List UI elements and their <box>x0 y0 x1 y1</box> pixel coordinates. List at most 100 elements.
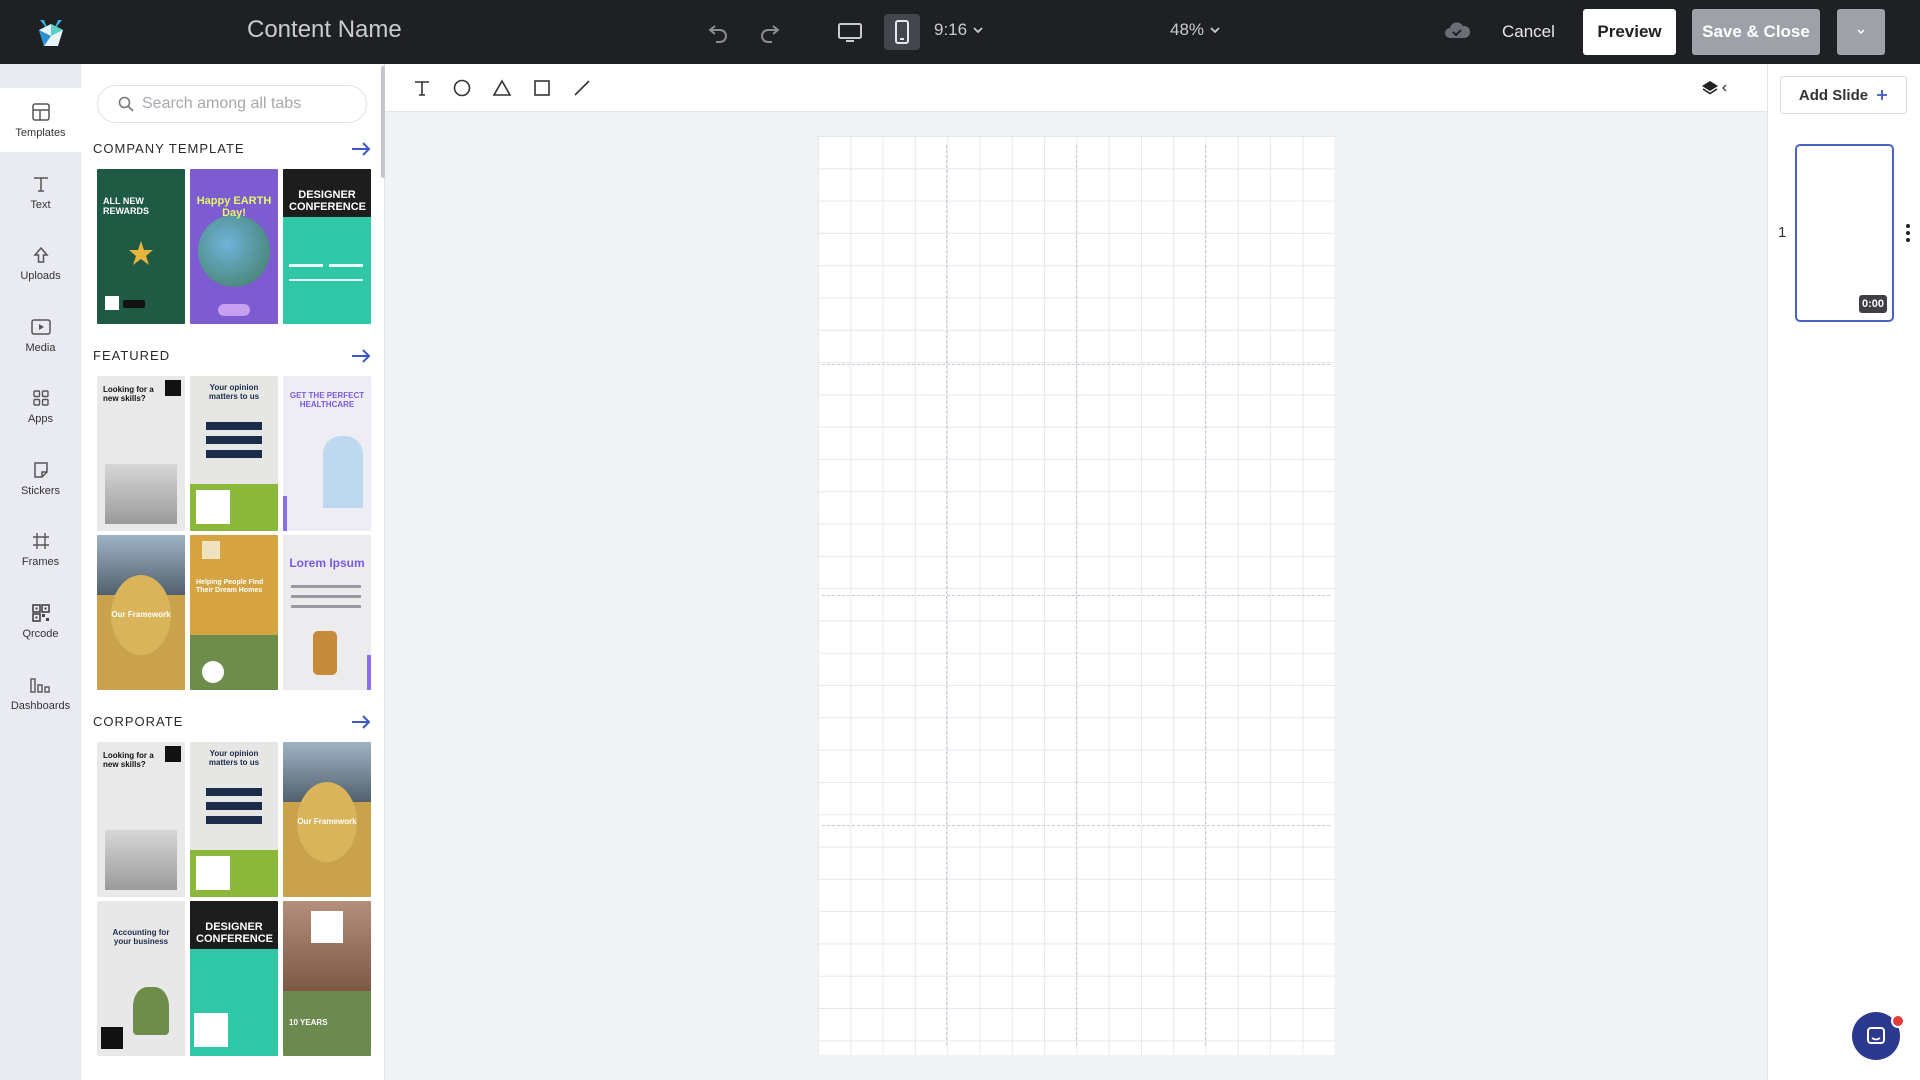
template-thumbnail-text: Your opinion matters to us <box>208 383 260 401</box>
add-slide-button[interactable]: Add Slide <box>1780 76 1907 114</box>
aspect-ratio-dropdown[interactable]: 9:16 <box>934 20 983 40</box>
plus-icon <box>1877 90 1888 100</box>
template-thumbnail[interactable]: Helping People Find Their Dream Homes <box>190 535 278 690</box>
rail-item-label: Stickers <box>20 484 61 497</box>
chat-icon <box>1867 1027 1885 1044</box>
template-thumbnail[interactable]: ALL NEW REWARDS <box>97 169 185 324</box>
add-slide-label: Add Slide <box>1798 86 1869 104</box>
rail-item-label: Uploads <box>20 269 61 282</box>
text-icon <box>33 176 48 192</box>
template-thumbnail[interactable]: Your opinion matters to us <box>190 376 278 531</box>
slide-number: 1 <box>1778 224 1787 241</box>
chevron-down-icon <box>1210 27 1220 34</box>
rail-item-dashboards[interactable]: Dashboards <box>0 661 81 725</box>
rail-item-label: Media <box>25 341 56 354</box>
template-thumbnail-text: DESIGNER CONFERENCE <box>196 921 274 946</box>
apps-icon <box>32 389 49 406</box>
template-thumbnail-text: DESIGNER CONFERENCE <box>289 189 367 214</box>
preview-button[interactable]: Preview <box>1583 9 1676 55</box>
template-thumbnail-text: Our Framework <box>111 610 171 619</box>
template-thumbnail[interactable]: Our Framework <box>283 742 371 897</box>
rail-item-templates[interactable]: Templates <box>0 88 81 152</box>
rail-item-media[interactable]: Media <box>0 303 81 367</box>
left-nav-rail: Templates Text Uploads Media Apps Sticke… <box>0 64 82 1080</box>
text-tool-icon[interactable] <box>410 76 434 100</box>
canvas-guide-horizontal <box>822 825 1330 826</box>
template-thumbnail[interactable]: DESIGNER CONFERENCE <box>190 901 278 1056</box>
aspect-ratio-value: 9:16 <box>934 20 968 39</box>
template-thumbnail[interactable]: Our Framework <box>97 535 185 690</box>
arrow-right-icon[interactable] <box>351 714 371 730</box>
rail-item-label: Frames <box>21 555 60 568</box>
rail-item-uploads[interactable]: Uploads <box>0 231 81 295</box>
line-tool-icon[interactable] <box>570 76 594 100</box>
rail-item-text[interactable]: Text <box>0 160 81 224</box>
content-name-title[interactable]: Content Name <box>247 16 402 44</box>
cancel-button[interactable]: Cancel <box>1488 12 1569 52</box>
layers-button[interactable] <box>1700 76 1736 100</box>
template-thumbnail-text: ALL NEW REWARDS <box>103 196 150 216</box>
top-bar: Content Name 9:16 48% Cancel Preview Sav… <box>0 0 1920 64</box>
cloud-save-icon <box>1443 20 1471 47</box>
template-thumbnail[interactable]: Your opinion matters to us <box>190 742 278 897</box>
slide-more-options-icon[interactable] <box>1904 222 1912 244</box>
template-thumbnail-text: Happy EARTH Day! <box>196 195 272 220</box>
rail-item-label: Dashboards <box>10 699 71 712</box>
canvas-guide-horizontal <box>822 364 1330 365</box>
template-thumbnail-text: Lorem Ipsum <box>289 556 365 570</box>
slide-duration-badge: 0:00 <box>1859 295 1887 313</box>
search-input[interactable] <box>140 94 364 114</box>
arrow-right-icon[interactable] <box>351 348 371 364</box>
qrcode-icon <box>31 603 50 622</box>
rail-item-qrcode[interactable]: Qrcode <box>0 589 81 653</box>
template-thumbnail[interactable]: Accounting for your business <box>97 901 185 1056</box>
landscape-orientation-icon[interactable] <box>832 14 868 50</box>
zoom-dropdown[interactable]: 48% <box>1170 20 1220 40</box>
template-thumbnail-text: Your opinion matters to us <box>208 749 260 767</box>
template-search[interactable] <box>97 85 367 123</box>
layers-icon <box>1702 81 1718 95</box>
arrow-right-icon[interactable] <box>351 141 371 157</box>
portrait-orientation-icon[interactable] <box>884 14 920 50</box>
template-thumbnail-text: Looking for a new skills? <box>103 751 154 769</box>
save-and-close-button[interactable]: Save & Close <box>1692 9 1820 55</box>
media-icon <box>30 318 51 335</box>
rail-item-apps[interactable]: Apps <box>0 374 81 438</box>
search-icon <box>118 96 134 112</box>
template-thumbnail[interactable]: 10 YEARS <box>283 901 371 1056</box>
chevron-left-icon <box>1722 84 1727 92</box>
template-thumbnail-text: Looking for a new skills? <box>103 385 154 403</box>
template-thumbnail[interactable]: Lorem Ipsum <box>283 535 371 690</box>
rail-item-frames[interactable]: Frames <box>0 517 81 581</box>
template-thumbnail-text: 10 YEARS <box>289 1018 328 1027</box>
template-thumbnail[interactable]: DESIGNER CONFERENCE <box>283 169 371 324</box>
rail-item-label: Templates <box>15 126 66 139</box>
template-thumbnail-text: GET THE PERFECT HEALTHCARE <box>289 391 365 409</box>
template-thumbnail-text: Helping People Find Their Dream Homes <box>196 579 264 594</box>
undo-icon[interactable] <box>700 14 736 50</box>
rectangle-tool-icon[interactable] <box>530 76 554 100</box>
chevron-down-icon <box>973 27 983 34</box>
rail-item-label: Qrcode <box>22 627 59 640</box>
save-options-button[interactable] <box>1837 9 1885 55</box>
redo-icon[interactable] <box>752 14 788 50</box>
notification-dot <box>1891 1014 1905 1028</box>
sticker-icon <box>33 461 48 478</box>
rail-item-stickers[interactable]: Stickers <box>0 446 81 510</box>
triangle-tool-icon[interactable] <box>490 76 514 100</box>
dashboard-icon <box>29 677 50 693</box>
frame-icon <box>32 532 49 549</box>
app-logo[interactable] <box>34 14 68 50</box>
circle-tool-icon[interactable] <box>450 76 474 100</box>
section-title-company-template: COMPANY TEMPLATE <box>93 141 245 156</box>
template-thumbnail[interactable]: GET THE PERFECT HEALTHCARE <box>283 376 371 531</box>
template-thumbnail-text: Accounting for your business <box>112 928 170 946</box>
template-thumbnail[interactable]: Looking for a new skills? <box>97 742 185 897</box>
rail-item-label: Apps <box>27 412 54 425</box>
chevron-down-icon <box>1857 29 1865 35</box>
rail-item-label: Text <box>30 198 51 211</box>
canvas-guide-horizontal <box>822 595 1330 596</box>
template-thumbnail[interactable]: Happy EARTH Day! <box>190 169 278 324</box>
template-thumbnail[interactable]: Looking for a new skills? <box>97 376 185 531</box>
templates-icon <box>31 102 50 121</box>
